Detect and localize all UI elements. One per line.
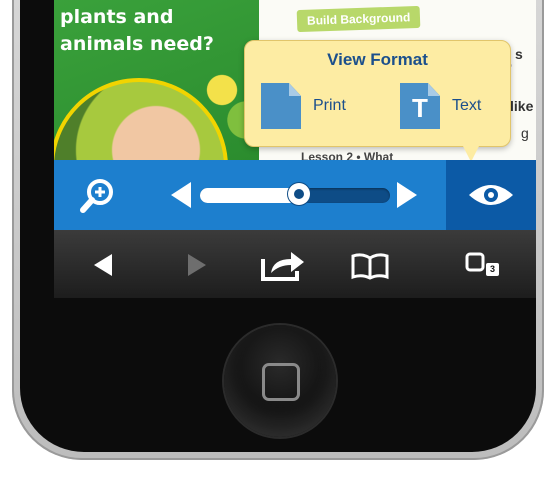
slider-thumb[interactable] xyxy=(287,183,310,205)
popup-title: View Format xyxy=(327,50,428,69)
text-option-label: Text xyxy=(452,97,482,114)
popup-pointer xyxy=(459,138,483,162)
home-button[interactable] xyxy=(224,325,336,437)
slider-fill xyxy=(200,188,299,203)
browser-toolbar: 3 xyxy=(54,230,536,298)
reader-toolbar xyxy=(54,160,536,230)
text-document-icon: T xyxy=(400,83,440,129)
device-screen: plants and animals need? Build Backgroun… xyxy=(54,0,536,298)
print-option-label: Print xyxy=(313,97,346,114)
print-format-option[interactable]: Print xyxy=(261,83,346,129)
home-square-icon xyxy=(262,363,300,401)
share-icon[interactable] xyxy=(259,247,307,283)
text-format-option[interactable]: T Text xyxy=(400,83,481,129)
page-text-fragment: g xyxy=(521,125,529,141)
page-text-fragment: like xyxy=(510,98,534,114)
book-page-left: plants and animals need? xyxy=(54,0,259,160)
page-heading: plants and animals need? xyxy=(60,6,214,55)
page-text-fragment: s xyxy=(515,46,523,62)
forward-icon xyxy=(188,254,206,276)
document-icon xyxy=(261,83,301,129)
view-format-popup: View Format Print T Text xyxy=(244,40,511,147)
tab-count-badge: 3 xyxy=(486,263,499,276)
previous-page-arrow-icon[interactable] xyxy=(171,182,191,208)
build-background-tag: Build Background xyxy=(296,5,421,33)
back-icon[interactable] xyxy=(94,254,112,276)
zoom-in-icon[interactable] xyxy=(78,177,116,215)
page-slider[interactable] xyxy=(200,183,390,205)
eye-icon[interactable] xyxy=(466,180,516,210)
child-photo xyxy=(54,78,228,160)
open-book-icon[interactable] xyxy=(350,252,390,280)
next-page-arrow-icon[interactable] xyxy=(397,182,417,208)
